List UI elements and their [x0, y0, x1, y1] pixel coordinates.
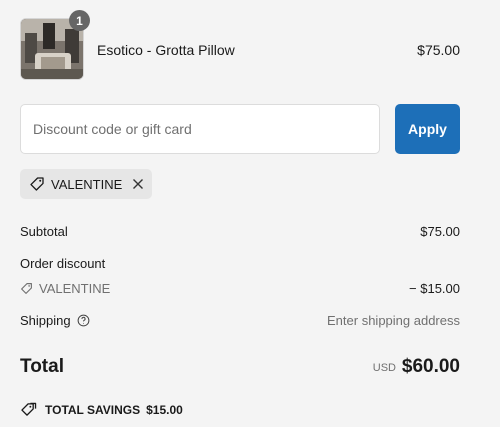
shipping-row: Shipping	[20, 313, 90, 328]
product-name: Esotico - Grotta Pillow	[97, 42, 235, 58]
applied-code-label: VALENTINE	[51, 176, 123, 192]
discount-code-row: VALENTINE	[20, 281, 110, 296]
total-savings-row: TOTAL SAVINGS $15.00	[20, 402, 183, 417]
savings-label: TOTAL SAVINGS	[45, 402, 141, 417]
shipping-value: Enter shipping address	[327, 313, 460, 328]
discount-code-label: VALENTINE	[39, 281, 111, 296]
subtotal-value: $75.00	[420, 224, 460, 239]
total-value: $60.00	[401, 356, 460, 377]
total-label: Total	[20, 356, 64, 377]
discount-value: − $15.00	[409, 281, 460, 296]
quantity-badge: 1	[69, 10, 90, 31]
total-currency: USD	[372, 362, 396, 374]
subtotal-label: Subtotal	[20, 224, 68, 239]
product-price: $75.00	[417, 42, 460, 58]
savings-value: $15.00	[146, 402, 183, 417]
discount-code-input[interactable]	[20, 104, 380, 154]
tag-icon	[29, 176, 45, 192]
help-icon[interactable]	[77, 314, 90, 327]
apply-button[interactable]: Apply	[395, 104, 460, 154]
savings-tag-icon	[20, 402, 37, 417]
remove-discount-icon[interactable]	[132, 178, 144, 190]
applied-discount-chip: VALENTINE	[20, 169, 152, 199]
order-discount-label: Order discount	[20, 256, 106, 271]
tag-icon	[20, 282, 33, 295]
shipping-label: Shipping	[20, 313, 71, 328]
